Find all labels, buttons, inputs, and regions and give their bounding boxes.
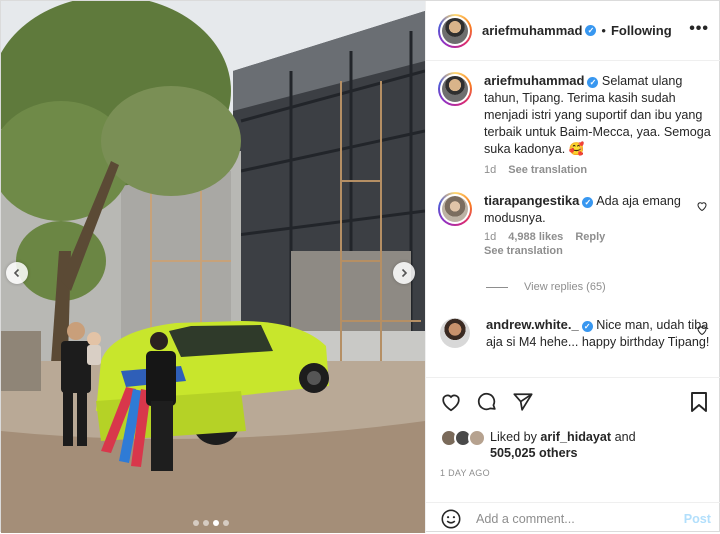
- save-bookmark-icon[interactable]: [689, 391, 709, 413]
- carousel-indicator: [193, 520, 229, 526]
- author-avatar[interactable]: [438, 13, 472, 48]
- comment-likes-count[interactable]: 4,988 likes: [508, 231, 563, 243]
- reply-button[interactable]: Reply: [575, 231, 605, 243]
- share-send-icon[interactable]: [512, 391, 534, 413]
- caption-time: 1d: [484, 164, 497, 176]
- add-comment-bar: Post: [426, 502, 720, 534]
- see-translation-link[interactable]: See translation: [508, 164, 587, 176]
- post-photo[interactable]: [1, 1, 425, 533]
- caption: ariefmuhammad ✓ Selamat ulang tahun, Tipa…: [438, 72, 712, 177]
- comment-input[interactable]: [476, 511, 676, 526]
- liker-avatar: [468, 429, 486, 447]
- emoji-smiley-icon[interactable]: [440, 508, 462, 530]
- carousel-dot: [223, 520, 229, 526]
- liker-avatars: [440, 429, 486, 449]
- following-button[interactable]: Following: [611, 23, 672, 38]
- verified-badge-icon: ✓: [585, 25, 597, 36]
- action-icons: [440, 391, 534, 413]
- view-replies-button[interactable]: View replies (65): [486, 281, 606, 293]
- caption-avatar[interactable]: [438, 72, 472, 106]
- post-actions: Liked by arif_hidayat and 505,025 others…: [426, 377, 720, 533]
- comment-username[interactable]: tiarapangestika: [484, 193, 579, 208]
- caption-username[interactable]: ariefmuhammad: [484, 73, 584, 88]
- comment: tiarapangestika ✓ Ada aja emang modusnya.…: [438, 192, 712, 258]
- author-username[interactable]: ariefmuhammad: [482, 23, 582, 38]
- comments-section: ariefmuhammad ✓ Selamat ulang tahun, Tipa…: [426, 62, 720, 376]
- chevron-left-icon: [13, 268, 20, 278]
- post-side-panel: ariefmuhammad ✓ • Following ••• ariefmuh…: [425, 1, 720, 533]
- verified-badge-icon: ✓: [581, 321, 593, 332]
- post-timestamp[interactable]: 1 DAY AGO: [440, 468, 490, 478]
- chevron-right-icon: [401, 268, 408, 278]
- comment: andrew.white._ ✓ Nice man, udah tiba aja …: [438, 316, 712, 351]
- replies-divider: [486, 286, 508, 288]
- verified-badge-icon: ✓: [582, 197, 594, 208]
- liked-by-and: and: [611, 430, 636, 444]
- view-replies-label: View replies (65): [524, 281, 606, 293]
- instagram-post: ariefmuhammad ✓ • Following ••• ariefmuh…: [0, 0, 720, 533]
- see-translation-link[interactable]: See translation: [484, 245, 563, 257]
- more-options-icon[interactable]: •••: [689, 21, 709, 37]
- carousel-dot: [193, 520, 199, 526]
- header-separator: •: [601, 23, 606, 38]
- comment-username[interactable]: andrew.white._: [486, 317, 579, 332]
- like-comment-heart-icon[interactable]: [696, 324, 708, 336]
- likes-summary: Liked by arif_hidayat and 505,025 others: [440, 429, 636, 461]
- previous-slide-button[interactable]: [6, 262, 28, 284]
- carousel-dot: [203, 520, 209, 526]
- comment-bubble-icon[interactable]: [476, 391, 498, 413]
- commenter-avatar[interactable]: [438, 192, 472, 226]
- other-likes-count[interactable]: 505,025 others: [490, 446, 578, 460]
- post-header: ariefmuhammad ✓ • Following •••: [426, 1, 720, 61]
- next-slide-button[interactable]: [393, 262, 415, 284]
- post-comment-button[interactable]: Post: [684, 512, 711, 526]
- carousel-dot-active: [213, 520, 219, 526]
- like-heart-icon[interactable]: [440, 391, 462, 413]
- photo-scene: [1, 1, 425, 533]
- commenter-avatar[interactable]: [440, 318, 470, 348]
- comment-time: 1d: [484, 231, 497, 243]
- verified-badge-icon: ✓: [587, 77, 599, 88]
- like-comment-heart-icon[interactable]: [696, 200, 708, 212]
- liked-by-prefix: Liked by: [490, 430, 541, 444]
- first-liker-username[interactable]: arif_hidayat: [540, 430, 611, 444]
